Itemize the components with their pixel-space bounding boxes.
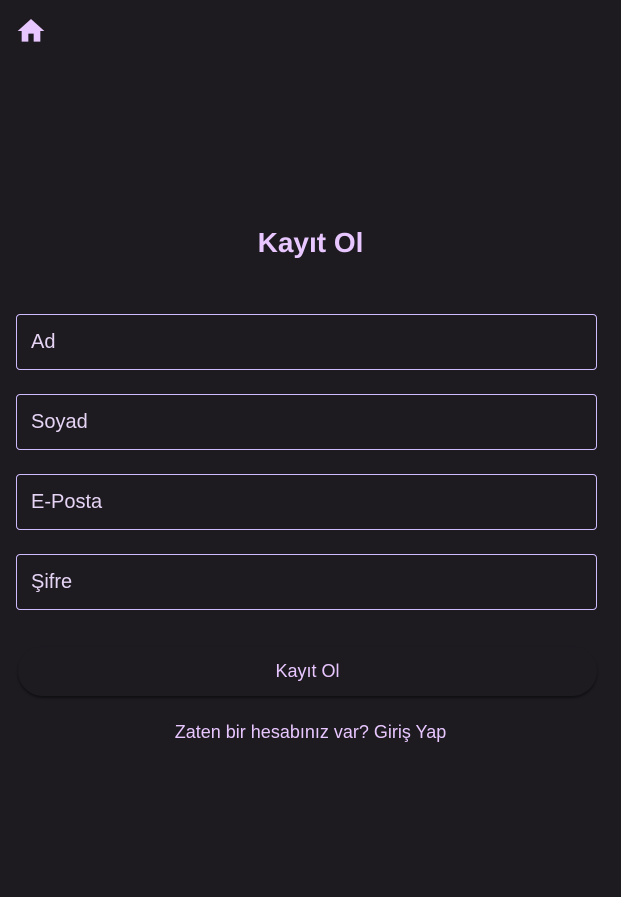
password-field[interactable] [16, 554, 597, 610]
password-input[interactable] [17, 555, 596, 609]
page-title: Kayıt Ol [257, 227, 364, 258]
login-link[interactable]: Zaten bir hesabınız var? Giriş Yap [175, 722, 446, 742]
home-icon [17, 19, 45, 42]
register-button-label: Kayıt Ol [275, 660, 340, 681]
register-button[interactable]: Kayıt Ol [18, 646, 597, 696]
last-name-field[interactable] [16, 394, 597, 450]
first-name-input[interactable] [17, 315, 596, 369]
email-field[interactable] [16, 474, 597, 530]
first-name-field[interactable] [16, 314, 597, 370]
home-button[interactable] [10, 10, 52, 52]
last-name-input[interactable] [17, 395, 596, 449]
login-prompt: Zaten bir hesabınız var? Giriş Yap [0, 720, 621, 744]
email-input[interactable] [17, 475, 596, 529]
